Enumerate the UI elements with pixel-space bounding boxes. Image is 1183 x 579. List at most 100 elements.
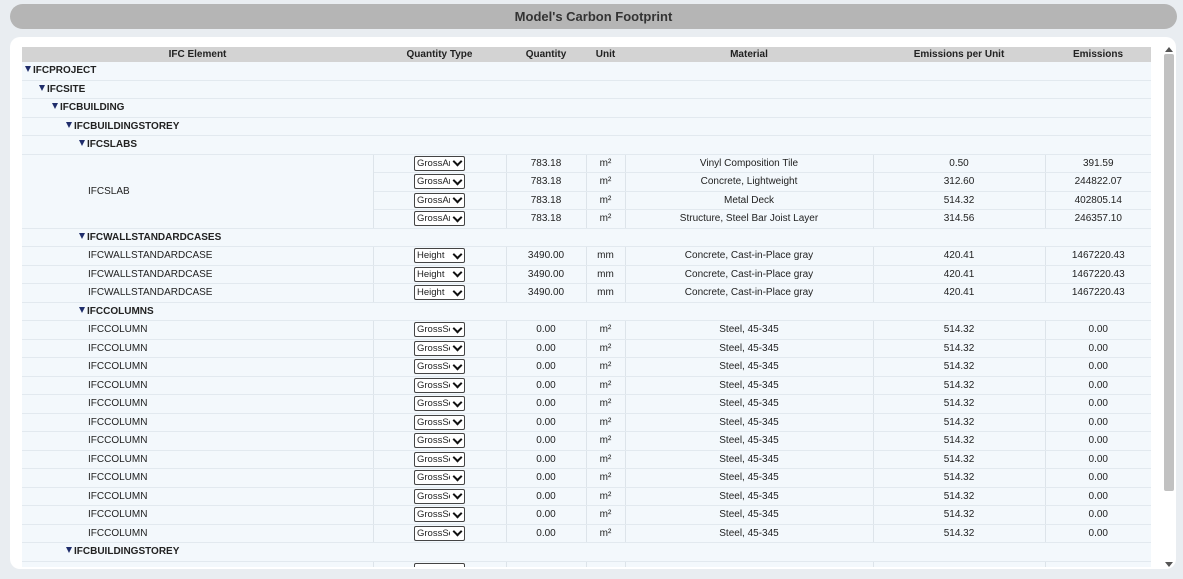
material-cell: Concrete, Lightweight	[625, 172, 874, 192]
unit-cell: m²	[586, 339, 626, 358]
quantity-type-select[interactable]: Height	[414, 285, 465, 301]
expand-caret-icon[interactable]	[79, 306, 85, 313]
quantity-type-select[interactable]: GrossArea	[414, 155, 465, 171]
ifc-element-cell: IFCCOLUMN	[22, 487, 374, 506]
material-cell: Concrete, Cast-in-Place gray	[625, 283, 874, 303]
quantity-type-select[interactable]: GrossSectionArea	[414, 340, 465, 356]
quantity-type-value: Height	[417, 268, 445, 280]
expand-caret-icon[interactable]	[52, 103, 58, 110]
quantity-type-select[interactable]: GrossSectionArea	[414, 470, 465, 486]
quantity-type-value: GrossArea	[417, 213, 450, 225]
emissions-cell: 0.00	[1045, 468, 1151, 488]
vertical-scrollbar[interactable]	[1164, 47, 1174, 569]
tree-group-columns[interactable]: IFCCOLUMNS	[22, 302, 1151, 321]
table-scroll-area[interactable]: IFC Element Quantity Type Quantity Unit …	[22, 47, 1151, 567]
tree-group-label: IFCSITE	[47, 83, 86, 95]
tree-group-building-storey-2[interactable]: IFCBUILDINGSTOREY	[22, 542, 1151, 562]
quantity-cell: 0.00	[506, 413, 587, 432]
emissions-cell: 0.00	[1045, 524, 1151, 543]
carbon-footprint-table: IFC Element Quantity Type Quantity Unit …	[22, 47, 1151, 567]
emissions-cell: 0.00	[1045, 431, 1151, 451]
quantity-type-select[interactable]: GrossSectionArea	[414, 507, 465, 523]
table-row: IFCCOLUMNGrossSectionArea0.00m²Steel, 45…	[22, 524, 1151, 543]
quantity-type-select[interactable]: GrossSectionArea	[414, 377, 465, 393]
table-row: IFCCOLUMNGrossSectionArea0.00m²Steel, 45…	[22, 431, 1151, 451]
scroll-up-arrow-icon[interactable]	[1165, 47, 1173, 52]
quantity-type-value: GrossSectionArea	[417, 472, 450, 484]
carbon-table-panel: IFC Element Quantity Type Quantity Unit …	[10, 37, 1176, 569]
quantity-type-value: GrossSectionArea	[417, 435, 450, 447]
quantity-type-select[interactable]: GrossSectionArea	[414, 322, 465, 338]
ifc-element-cell: IFCCOLUMN	[22, 468, 374, 488]
emissions-cell: 1467220.43	[1045, 283, 1151, 303]
quantity-type-select[interactable]: GrossArea	[414, 211, 465, 227]
tree-group-label: IFCBUILDINGSTOREY	[74, 546, 180, 558]
unit-cell: m²	[586, 487, 626, 506]
material-cell: Steel, 45-345	[625, 524, 874, 543]
expand-caret-icon[interactable]	[79, 232, 85, 239]
quantity-cell: 783.18	[506, 209, 587, 229]
emissions-cell: 0.00	[1045, 505, 1151, 525]
expand-caret-icon[interactable]	[79, 140, 85, 147]
ifc-element-cell: IFCWALLSTANDARDCASE	[22, 265, 374, 284]
expand-caret-icon[interactable]	[66, 121, 72, 128]
quantity-type-select[interactable]: GrossArea	[414, 192, 465, 208]
quantity-type-select[interactable]: Height	[414, 248, 465, 264]
quantity-cell: 0.00	[506, 468, 587, 488]
page-title: Model's Carbon Footprint	[514, 9, 673, 24]
quantity-type-select[interactable]: GrossSectionArea	[414, 451, 465, 467]
table-row: IFCCOLUMNGrossSectionArea0.00m²Steel, 45…	[22, 487, 1151, 506]
emissions-cell: 0.00	[1045, 339, 1151, 358]
ifc-element-cell: IFCCOLUMN	[22, 524, 374, 543]
quantity-cell: 0.00	[506, 450, 587, 469]
quantity-type-select[interactable]: Height	[414, 266, 465, 282]
emissions-cell: 0.00	[1045, 487, 1151, 506]
ifc-element-cell: IFCCOLUMN	[22, 320, 374, 340]
chevron-down-icon	[452, 434, 463, 445]
quantity-type-select[interactable]: GrossSectionArea	[414, 525, 465, 541]
quantity-type-select[interactable]	[414, 562, 465, 567]
tree-group-building[interactable]: IFCBUILDING	[22, 98, 1151, 118]
quantity-cell: 0.00	[506, 376, 587, 395]
tree-group-wall-standard-cases[interactable]: IFCWALLSTANDARDCASES	[22, 228, 1151, 247]
ifc-element-cell: IFCCOLUMN	[22, 505, 374, 525]
quantity-type-select[interactable]: GrossSectionArea	[414, 488, 465, 504]
quantity-type-value: GrossSectionArea	[417, 453, 450, 465]
empty-cell	[873, 561, 1046, 567]
emissions-cell: 1467220.43	[1045, 265, 1151, 284]
tree-group-slabs[interactable]: IFCSLABS	[22, 135, 1151, 155]
unit-cell: m²	[586, 320, 626, 340]
material-cell: Metal Deck	[625, 191, 874, 210]
chevron-down-icon	[452, 508, 463, 519]
scroll-down-arrow-icon[interactable]	[1165, 562, 1173, 567]
quantity-type-select[interactable]: GrossSectionArea	[414, 433, 465, 449]
quantity-cell: 0.00	[506, 524, 587, 543]
unit-cell: m²	[586, 376, 626, 395]
ifc-element-cell: IFCCOLUMN	[22, 431, 374, 451]
table-row: IFCWALLSTANDARDCASE Height 3490.00 mm Concre…	[22, 283, 1151, 303]
chevron-down-icon	[452, 193, 463, 204]
col-header-emissions-per-unit: Emissions per Unit	[873, 47, 1045, 62]
material-cell: Steel, 45-345	[625, 320, 874, 340]
ifc-element-cell: IFCWALLSTANDARDCASE	[22, 246, 374, 266]
tree-group-project[interactable]: IFCPROJECT	[22, 62, 1151, 81]
tree-group-site[interactable]: IFCSITE	[22, 80, 1151, 99]
quantity-type-value: GrossArea	[417, 194, 450, 206]
material-cell: Steel, 45-345	[625, 450, 874, 469]
expand-caret-icon[interactable]	[39, 84, 45, 91]
tree-group-building-storey[interactable]: IFCBUILDINGSTOREY	[22, 117, 1151, 136]
quantity-type-value: GrossSectionArea	[417, 398, 450, 410]
expand-caret-icon[interactable]	[25, 66, 31, 73]
quantity-type-select[interactable]: GrossSectionArea	[414, 359, 465, 375]
unit-cell: m²	[586, 357, 626, 377]
chevron-down-icon	[452, 526, 463, 537]
quantity-type-select[interactable]: GrossSectionArea	[414, 396, 465, 412]
quantity-type-value: Height	[417, 287, 445, 299]
empty-cell	[1045, 561, 1151, 567]
quantity-type-select[interactable]: GrossSectionArea	[414, 414, 465, 430]
quantity-type-select[interactable]: GrossArea	[414, 174, 465, 190]
scrollbar-thumb[interactable]	[1164, 54, 1174, 491]
expand-caret-icon[interactable]	[66, 547, 72, 554]
emissions-per-unit-cell: 514.32	[873, 450, 1046, 469]
quantity-type-value: GrossArea	[417, 176, 450, 188]
